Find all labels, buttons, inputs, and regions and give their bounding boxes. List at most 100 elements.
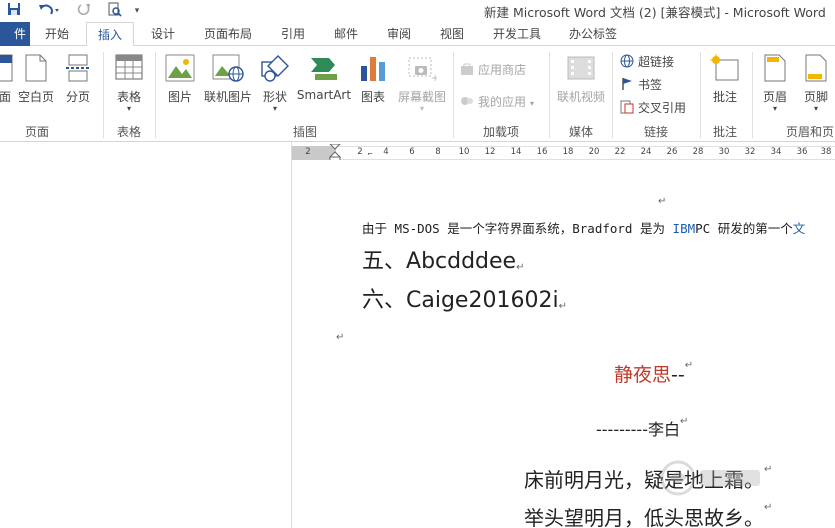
tab-developer[interactable]: 开发工具: [484, 22, 550, 46]
smartart-button[interactable]: SmartArt: [296, 46, 352, 116]
picture-icon: [165, 54, 195, 85]
table-button[interactable]: 表格 ▾: [108, 46, 150, 116]
poem-author[interactable]: ---------李白 ↵: [596, 416, 688, 440]
cross-reference-button[interactable]: 交叉引用: [620, 98, 686, 118]
group-separator: [549, 52, 550, 138]
list-item[interactable]: 六、Caige201602i↵: [362, 282, 567, 314]
chart-icon: [359, 54, 387, 85]
ruler-tick: 22: [614, 147, 626, 157]
table-icon: [115, 54, 143, 83]
paragraph-mark: ↵: [516, 262, 525, 273]
screenshot-button[interactable]: + 屏幕截图 ▾: [394, 46, 450, 116]
tab-review[interactable]: 审阅: [378, 22, 420, 46]
table-label: 表格: [116, 90, 141, 104]
tab-design[interactable]: 设计: [142, 22, 184, 46]
comment-label: 批注: [712, 90, 737, 104]
text-run-link: IBM: [672, 221, 696, 236]
horizontal-ruler[interactable]: 2 2 ⌐ 4 6 8 10 12 14 16 18 20 22 24 26 2…: [292, 143, 835, 162]
chart-label: 图表: [360, 90, 385, 104]
group-label-media: 媒体: [568, 125, 593, 139]
page-break-button[interactable]: 分页: [58, 46, 98, 116]
list-number: 六、: [362, 288, 407, 313]
tab-home[interactable]: 开始: [36, 22, 78, 46]
undo-icon[interactable]: [36, 2, 62, 20]
footer-label: 页脚: [803, 90, 828, 104]
tab-references[interactable]: 引用: [272, 22, 314, 46]
bookmark-button[interactable]: 书签: [620, 75, 662, 95]
cover-page-button[interactable]: 面: [0, 46, 14, 116]
online-video-button[interactable]: 联机视频: [552, 46, 610, 116]
shapes-icon: [260, 54, 290, 85]
header-button[interactable]: 页眉 ▾: [756, 46, 794, 116]
tab-office-tabs[interactable]: 办公标签: [560, 22, 626, 46]
tab-page-layout[interactable]: 页面布局: [198, 22, 258, 46]
window-title: 新建 Microsoft Word 文档 (2) [兼容模式] - Micros…: [484, 5, 826, 20]
picture-button[interactable]: 图片: [160, 46, 200, 116]
poem-title[interactable]: 静夜思-- ↵: [614, 360, 693, 387]
screenshot-label: 屏幕截图: [397, 90, 446, 104]
table-dropdown-icon: ▾: [126, 104, 131, 113]
poem-line-text: 举头望明月，低头思故乡。: [524, 506, 764, 528]
ruler-tick: 34: [770, 147, 782, 157]
paragraph-mark: ↵: [679, 416, 689, 427]
text-run: --: [671, 364, 685, 386]
tab-view[interactable]: 视图: [431, 22, 473, 46]
body-text-line[interactable]: 由于 MS-DOS 是一个字符界面系统，Bradford 是为 IBMPC 研发…: [362, 218, 805, 237]
my-apps-dropdown-icon: ▾: [530, 99, 535, 108]
shapes-dropdown-icon: ▾: [272, 104, 277, 113]
group-separator: [700, 52, 701, 138]
ruler-tick: 10: [458, 147, 470, 157]
group-label-comments: 批注: [712, 125, 737, 139]
hyperlink-label: 超链接: [638, 55, 675, 69]
online-video-icon: [566, 54, 596, 85]
ruler-tick: 24: [640, 147, 652, 157]
my-apps-button[interactable]: 我的应用 ▾: [460, 92, 534, 112]
hyperlink-icon: [620, 54, 634, 68]
text-run: 研发的第一个: [717, 221, 793, 236]
ruler-tick: 38: [820, 147, 832, 157]
blank-page-label: 空白页: [17, 90, 54, 104]
save-icon[interactable]: [6, 2, 22, 20]
group-separator: [612, 52, 613, 138]
screenshot-dropdown-icon: ▾: [419, 104, 424, 113]
ribbon-insert: 面 空白页 分页 页面 表格 ▾ 表格 图片 联机图片 形状 ▾ SmartAr…: [0, 46, 835, 142]
blank-page-button[interactable]: 空白页: [16, 46, 56, 116]
text-run: ---------: [596, 420, 648, 439]
bookmark-label: 书签: [638, 78, 663, 92]
list-item[interactable]: 五、Abcdddee↵: [362, 243, 524, 275]
shapes-button[interactable]: 形状 ▾: [256, 46, 294, 116]
tab-file[interactable]: 件: [0, 22, 30, 46]
print-preview-icon[interactable]: [106, 2, 124, 20]
paragraph-mark: ↵: [658, 196, 667, 207]
tab-mailings[interactable]: 邮件: [325, 22, 367, 46]
online-pictures-button[interactable]: 联机图片: [200, 46, 256, 116]
watermark-icon: [656, 456, 766, 506]
online-video-label: 联机视频: [556, 90, 605, 104]
footer-button[interactable]: 页脚 ▾: [797, 46, 835, 116]
group-separator: [103, 52, 104, 138]
header-label: 页眉: [762, 90, 787, 104]
ruler-tick: 4: [383, 147, 389, 157]
text-run: Bradford: [572, 221, 633, 236]
footer-dropdown-icon: ▾: [813, 104, 818, 113]
hyperlink-button[interactable]: 超链接: [620, 52, 674, 72]
header-icon: [764, 54, 786, 85]
group-label-links: 链接: [643, 125, 668, 139]
group-label-table: 表格: [116, 125, 141, 139]
redo-icon[interactable]: [76, 2, 92, 20]
screenshot-icon: +: [407, 54, 439, 85]
picture-label: 图片: [167, 90, 192, 104]
chart-button[interactable]: 图表: [354, 46, 392, 116]
ruler-tick: 18: [562, 147, 574, 157]
text-run-link: 文: [792, 221, 806, 236]
customize-qat-icon[interactable]: ▾: [130, 2, 144, 20]
store-button[interactable]: 应用商店: [460, 60, 526, 80]
group-label-illustrations: 插图: [292, 125, 317, 139]
shapes-label: 形状: [262, 90, 287, 104]
comment-button[interactable]: 批注: [704, 46, 746, 116]
online-pictures-icon: [212, 54, 244, 85]
tab-insert[interactable]: 插入: [86, 22, 134, 47]
page-break-label: 分页: [65, 90, 90, 104]
paragraph-mark: ↵: [336, 332, 345, 343]
smartart-label: SmartArt: [296, 88, 352, 102]
